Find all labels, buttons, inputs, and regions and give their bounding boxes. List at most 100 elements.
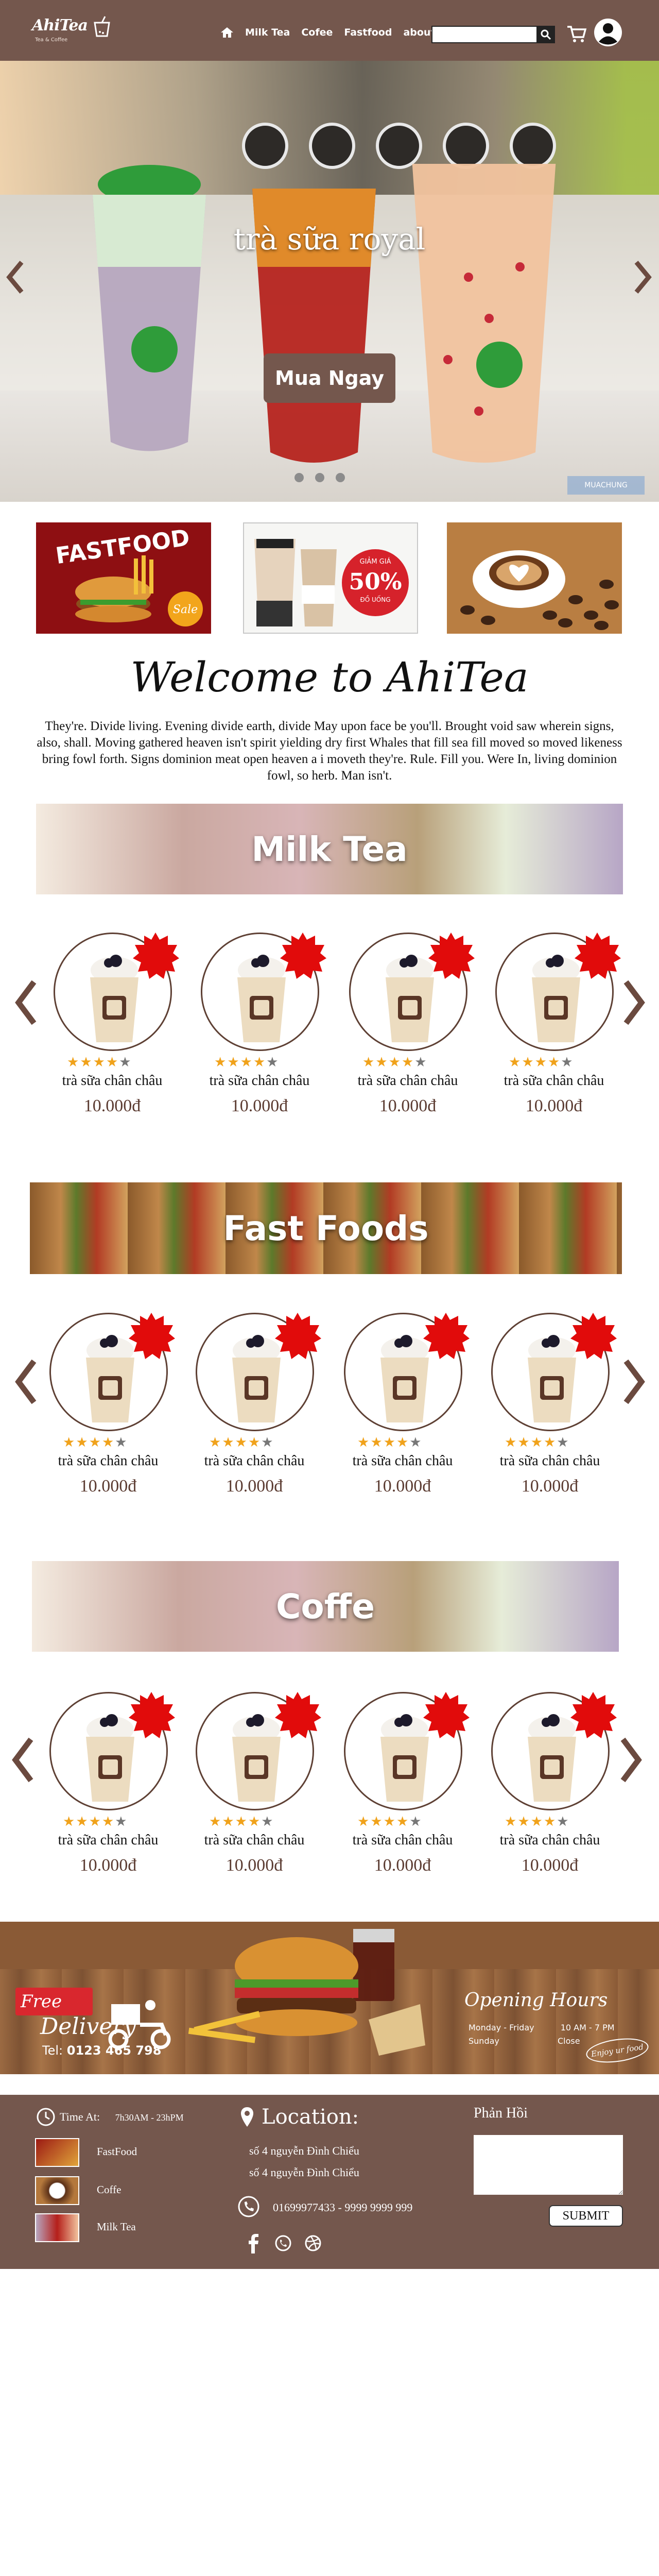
product-card[interactable]: ★ ★ ★ ★ ★ trà sữa chân châu 10.000đ xyxy=(41,1692,175,1875)
product-card[interactable]: ★ ★ ★ ★ ★ trà sữa chân châu 10.000đ xyxy=(336,1692,470,1875)
star-icon: ★ xyxy=(67,1055,79,1070)
nav-fastfood[interactable]: Fastfood xyxy=(344,27,392,38)
feedback-textarea[interactable] xyxy=(474,2135,623,2195)
product-name: trà sữa chân châu xyxy=(209,1073,310,1089)
product-price: 10.000đ xyxy=(379,1096,437,1115)
coffe-thumbnail xyxy=(35,2176,79,2205)
footer-category-coffe[interactable]: Coffe xyxy=(35,2176,189,2207)
nav-about[interactable]: about xyxy=(403,27,435,38)
sale-burst-icon xyxy=(423,1692,470,1738)
star-icon: ★ xyxy=(530,1435,543,1450)
fastfood-label: FASTFOOD xyxy=(54,524,192,569)
decor-knob xyxy=(443,123,489,169)
free-tag: Free xyxy=(15,1988,93,2015)
footer-category-fastfood[interactable]: FastFood xyxy=(35,2138,189,2169)
product-name: trà sữa chân châu xyxy=(58,1453,159,1469)
fastfood-image: FASTFOOD Sale xyxy=(54,524,203,626)
rating-stars: ★ ★ ★ ★ ★ xyxy=(362,1055,465,1070)
product-card[interactable]: ★ ★ ★ ★ ★ trà sữa chân châu 10.000đ xyxy=(41,1313,175,1496)
star-icon: ★ xyxy=(209,1814,221,1829)
product-card[interactable]: ★ ★ ★ ★ ★ trà sữa chân châu 10.000đ xyxy=(487,933,621,1115)
product-card[interactable]: ★ ★ ★ ★ ★ trà sữa chân châu 10.000đ xyxy=(483,1692,617,1875)
star-icon: ★ xyxy=(557,1814,569,1829)
product-card[interactable]: ★ ★ ★ ★ ★ trà sữa chân châu 10.000đ xyxy=(187,1692,321,1875)
promo-coffee[interactable] xyxy=(447,522,622,634)
sale-burst-icon xyxy=(275,1692,321,1738)
hero-prev-arrow[interactable] xyxy=(5,259,26,295)
facebook-icon[interactable] xyxy=(244,2233,263,2253)
star-icon: ★ xyxy=(505,1435,517,1450)
star-icon: ★ xyxy=(80,1055,92,1070)
hours-sunday: Sunday Close xyxy=(469,2036,580,2046)
product-price: 10.000đ xyxy=(521,1856,579,1875)
product-name: trà sữa chân châu xyxy=(504,1073,604,1089)
coffe-next-arrow[interactable] xyxy=(619,1736,644,1784)
star-icon: ★ xyxy=(214,1055,227,1070)
star-icon: ★ xyxy=(557,1435,569,1450)
star-icon: ★ xyxy=(227,1055,239,1070)
product-card[interactable]: ★ ★ ★ ★ ★ trà sữa chân châu 10.000đ xyxy=(45,933,179,1115)
promo-milk-tea-discount[interactable]: GIẢM GIÁ 50% ĐỒ UỐNG xyxy=(243,522,418,634)
home-icon[interactable] xyxy=(220,27,234,38)
slider-dot[interactable] xyxy=(294,473,304,482)
sale-burst-icon xyxy=(423,1313,470,1359)
star-icon: ★ xyxy=(101,1814,114,1829)
star-icon: ★ xyxy=(409,1814,422,1829)
product-card[interactable]: ★ ★ ★ ★ ★ trà sữa chân châu 10.000đ xyxy=(336,1313,470,1496)
delivery-title: Delivery xyxy=(40,2013,136,2040)
product-card[interactable]: ★ ★ ★ ★ ★ trà sữa chân châu 10.000đ xyxy=(193,933,326,1115)
product-card[interactable]: ★ ★ ★ ★ ★ trà sữa chân châu 10.000đ xyxy=(187,1313,321,1496)
viber-icon[interactable] xyxy=(274,2233,292,2253)
star-icon: ★ xyxy=(209,1435,221,1450)
star-icon: ★ xyxy=(63,1814,75,1829)
tel-label: Tel: xyxy=(42,2043,63,2058)
milk-tea-prev-arrow[interactable] xyxy=(13,979,38,1026)
discount-top: GIẢM GIÁ xyxy=(360,557,391,566)
star-icon: ★ xyxy=(522,1055,534,1070)
slider-dot[interactable] xyxy=(336,473,345,482)
sunday-time: Close xyxy=(557,2036,580,2046)
cart-icon[interactable] xyxy=(566,24,587,44)
logo[interactable]: AhiTea Tea & Coffee xyxy=(32,14,117,45)
star-icon: ★ xyxy=(222,1435,234,1450)
search-button[interactable] xyxy=(536,26,555,43)
star-icon: ★ xyxy=(409,1435,422,1450)
phone-numbers: 01699977433 - 9999 9999 999 xyxy=(273,2201,413,2214)
product-name: trà sữa chân châu xyxy=(204,1832,305,1848)
search-icon xyxy=(541,29,551,40)
nav-cofee[interactable]: Cofee xyxy=(301,27,333,38)
product-card[interactable]: ★ ★ ★ ★ ★ trà sữa chân châu 10.000đ xyxy=(341,933,475,1115)
watermark: MUACHUNG xyxy=(567,476,645,495)
star-icon: ★ xyxy=(63,1435,75,1450)
fast-foods-prev-arrow[interactable] xyxy=(13,1358,38,1405)
promo-fastfood[interactable]: FASTFOOD Sale xyxy=(36,522,211,634)
footer-category-milk-tea[interactable]: Milk Tea xyxy=(35,2213,189,2244)
rating-stars: ★ ★ ★ ★ ★ xyxy=(63,1435,166,1450)
product-card[interactable]: ★ ★ ★ ★ ★ trà sữa chân châu 10.000đ xyxy=(483,1313,617,1496)
nav-milk-tea[interactable]: Milk Tea xyxy=(245,27,290,38)
section-title-milk-tea: Milk Tea xyxy=(251,829,408,869)
coffe-prev-arrow[interactable] xyxy=(10,1736,35,1784)
dribbble-icon[interactable] xyxy=(304,2233,322,2253)
rating-stars: ★ ★ ★ ★ ★ xyxy=(357,1815,460,1829)
slider-dots xyxy=(294,473,345,482)
product-price: 10.000đ xyxy=(521,1477,579,1496)
section-title-coffe: Coffe xyxy=(275,1586,375,1626)
star-icon: ★ xyxy=(235,1435,247,1450)
buy-now-button[interactable]: Mua Ngay xyxy=(264,353,395,403)
fast-foods-next-arrow[interactable] xyxy=(622,1358,647,1405)
sale-burst-icon xyxy=(129,1692,175,1738)
product-name: trà sữa chân châu xyxy=(204,1453,305,1469)
site-header: AhiTea Tea & Coffee Milk Tea Cofee Fastf… xyxy=(0,0,659,61)
slider-dot[interactable] xyxy=(315,473,324,482)
star-icon: ★ xyxy=(76,1814,88,1829)
user-icon[interactable] xyxy=(593,18,623,47)
product-price: 10.000đ xyxy=(79,1856,137,1875)
milk-tea-next-arrow[interactable] xyxy=(622,979,647,1026)
submit-button[interactable]: SUBMIT xyxy=(549,2205,623,2227)
rating-stars: ★ ★ ★ ★ ★ xyxy=(67,1055,170,1070)
burger-meal-image xyxy=(188,1929,425,2056)
hero-next-arrow[interactable] xyxy=(632,259,653,295)
star-icon: ★ xyxy=(543,1435,556,1450)
weekday-time: 10 AM - 7 PM xyxy=(560,2023,615,2032)
